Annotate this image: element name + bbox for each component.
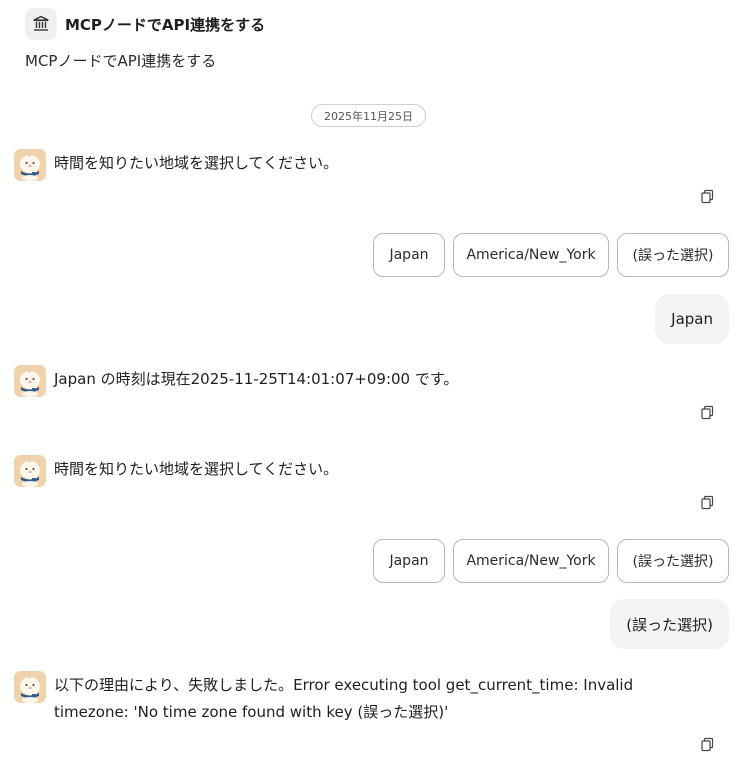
bot-avatar	[14, 365, 46, 397]
chat-header: MCPノードでAPI連携をする	[25, 8, 265, 40]
choice-wrong-button[interactable]: (誤った選択)	[617, 233, 729, 277]
bot-message-text: 以下の理由により、失敗しました。Error executing tool get…	[54, 676, 634, 721]
bot-avatar	[14, 671, 46, 703]
user-message: (誤った選択)	[610, 599, 729, 649]
choice-group: Japan America/New_York (誤った選択)	[373, 233, 729, 277]
choice-wrong-button[interactable]: (誤った選択)	[617, 539, 729, 583]
choice-new-york-button[interactable]: America/New_York	[453, 233, 609, 277]
bot-message-text: Japan の時刻は現在2025-11-25T14:01:07+09:00 です…	[54, 370, 459, 388]
page-description: MCPノードでAPI連携をする	[25, 52, 217, 70]
bot-message: 時間を知りたい地域を選択してください。	[14, 455, 694, 487]
bot-message-text: 時間を知りたい地域を選択してください。	[54, 154, 339, 172]
bot-message: Japan の時刻は現在2025-11-25T14:01:07+09:00 です…	[14, 365, 694, 397]
choice-group: Japan America/New_York (誤った選択)	[373, 539, 729, 583]
bot-message-text: 時間を知りたい地域を選択してください。	[54, 460, 339, 478]
date-divider: 2025年11月25日	[311, 104, 426, 127]
user-message: Japan	[655, 294, 729, 344]
page-title: MCPノードでAPI連携をする	[65, 15, 266, 34]
copy-icon[interactable]	[700, 495, 715, 510]
bot-avatar	[14, 455, 46, 487]
choice-japan-button[interactable]: Japan	[373, 233, 445, 277]
choice-new-york-button[interactable]: America/New_York	[453, 539, 609, 583]
choice-japan-button[interactable]: Japan	[373, 539, 445, 583]
bot-message: 時間を知りたい地域を選択してください。	[14, 149, 694, 181]
copy-icon[interactable]	[700, 189, 715, 204]
bot-message: 以下の理由により、失敗しました。Error executing tool get…	[14, 671, 674, 726]
copy-icon[interactable]	[700, 405, 715, 420]
bot-avatar	[14, 149, 46, 181]
bank-icon	[25, 8, 57, 40]
copy-icon[interactable]	[700, 737, 715, 752]
